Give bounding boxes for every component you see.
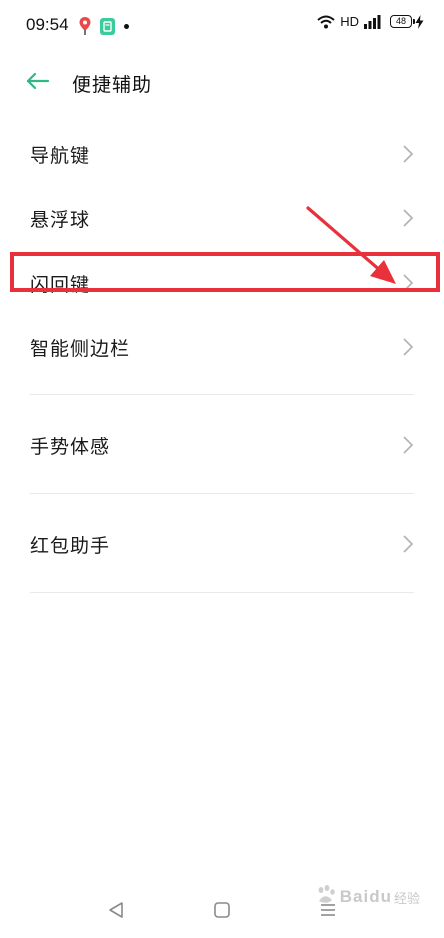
dot-icon bbox=[124, 23, 129, 29]
divider bbox=[30, 592, 414, 593]
home-square-icon bbox=[213, 901, 231, 923]
divider bbox=[30, 394, 414, 395]
charging-icon bbox=[415, 14, 424, 29]
chevron-right-icon bbox=[402, 337, 414, 357]
back-triangle-icon bbox=[108, 901, 124, 923]
back-arrow-icon bbox=[26, 72, 50, 94]
watermark-brand: Baidu bbox=[339, 887, 392, 906]
chevron-right-icon bbox=[402, 144, 414, 164]
back-button[interactable] bbox=[22, 68, 54, 98]
battery-icon: 48 bbox=[390, 15, 415, 28]
menu-item-label: 手势体感 bbox=[30, 435, 111, 458]
app-notification-icon bbox=[100, 17, 115, 35]
status-right-icons: HD 48 bbox=[317, 14, 424, 29]
menu-item-smart-sidebar[interactable]: 智能侧边栏 bbox=[0, 315, 444, 379]
chevron-right-icon bbox=[402, 534, 414, 554]
watermark-sub: 经验 bbox=[393, 891, 420, 907]
menu-item-label: 悬浮球 bbox=[30, 208, 91, 231]
header: 便捷辅助 bbox=[0, 52, 444, 114]
chevron-right-icon bbox=[402, 208, 414, 228]
menu-item-label: 闪回键 bbox=[30, 273, 91, 296]
menu-item-gestures-motion[interactable]: 手势体感 bbox=[0, 413, 444, 477]
menu-item-red-packet-assistant[interactable]: 红包助手 bbox=[0, 512, 444, 576]
menu-item-label: 红包助手 bbox=[30, 534, 111, 557]
menu-item-flashback-key[interactable]: 闪回键 bbox=[0, 251, 444, 315]
status-left-icons bbox=[78, 16, 129, 36]
paw-icon bbox=[315, 884, 337, 910]
status-bar: 09:54 HD 48 bbox=[0, 0, 444, 52]
menu-item-navigation-keys[interactable]: 导航键 bbox=[0, 122, 444, 186]
divider bbox=[30, 493, 414, 494]
battery-level: 48 bbox=[390, 15, 412, 28]
chevron-right-icon bbox=[402, 435, 414, 455]
wifi-icon bbox=[317, 15, 335, 29]
menu-item-floating-ball[interactable]: 悬浮球 bbox=[0, 186, 444, 250]
baidu-watermark: Baidu 经验 bbox=[315, 884, 420, 910]
chevron-right-icon bbox=[402, 273, 414, 293]
page-title: 便捷辅助 bbox=[72, 74, 153, 96]
nav-home-button[interactable] bbox=[210, 900, 234, 924]
nav-back-button[interactable] bbox=[104, 900, 128, 924]
signal-icon bbox=[364, 14, 384, 29]
network-hd-label: HD bbox=[340, 14, 359, 29]
menu-item-label: 智能侧边栏 bbox=[30, 337, 131, 360]
location-pin-icon bbox=[78, 16, 92, 36]
status-time: 09:54 bbox=[26, 15, 69, 34]
menu-item-label: 导航键 bbox=[30, 144, 91, 167]
